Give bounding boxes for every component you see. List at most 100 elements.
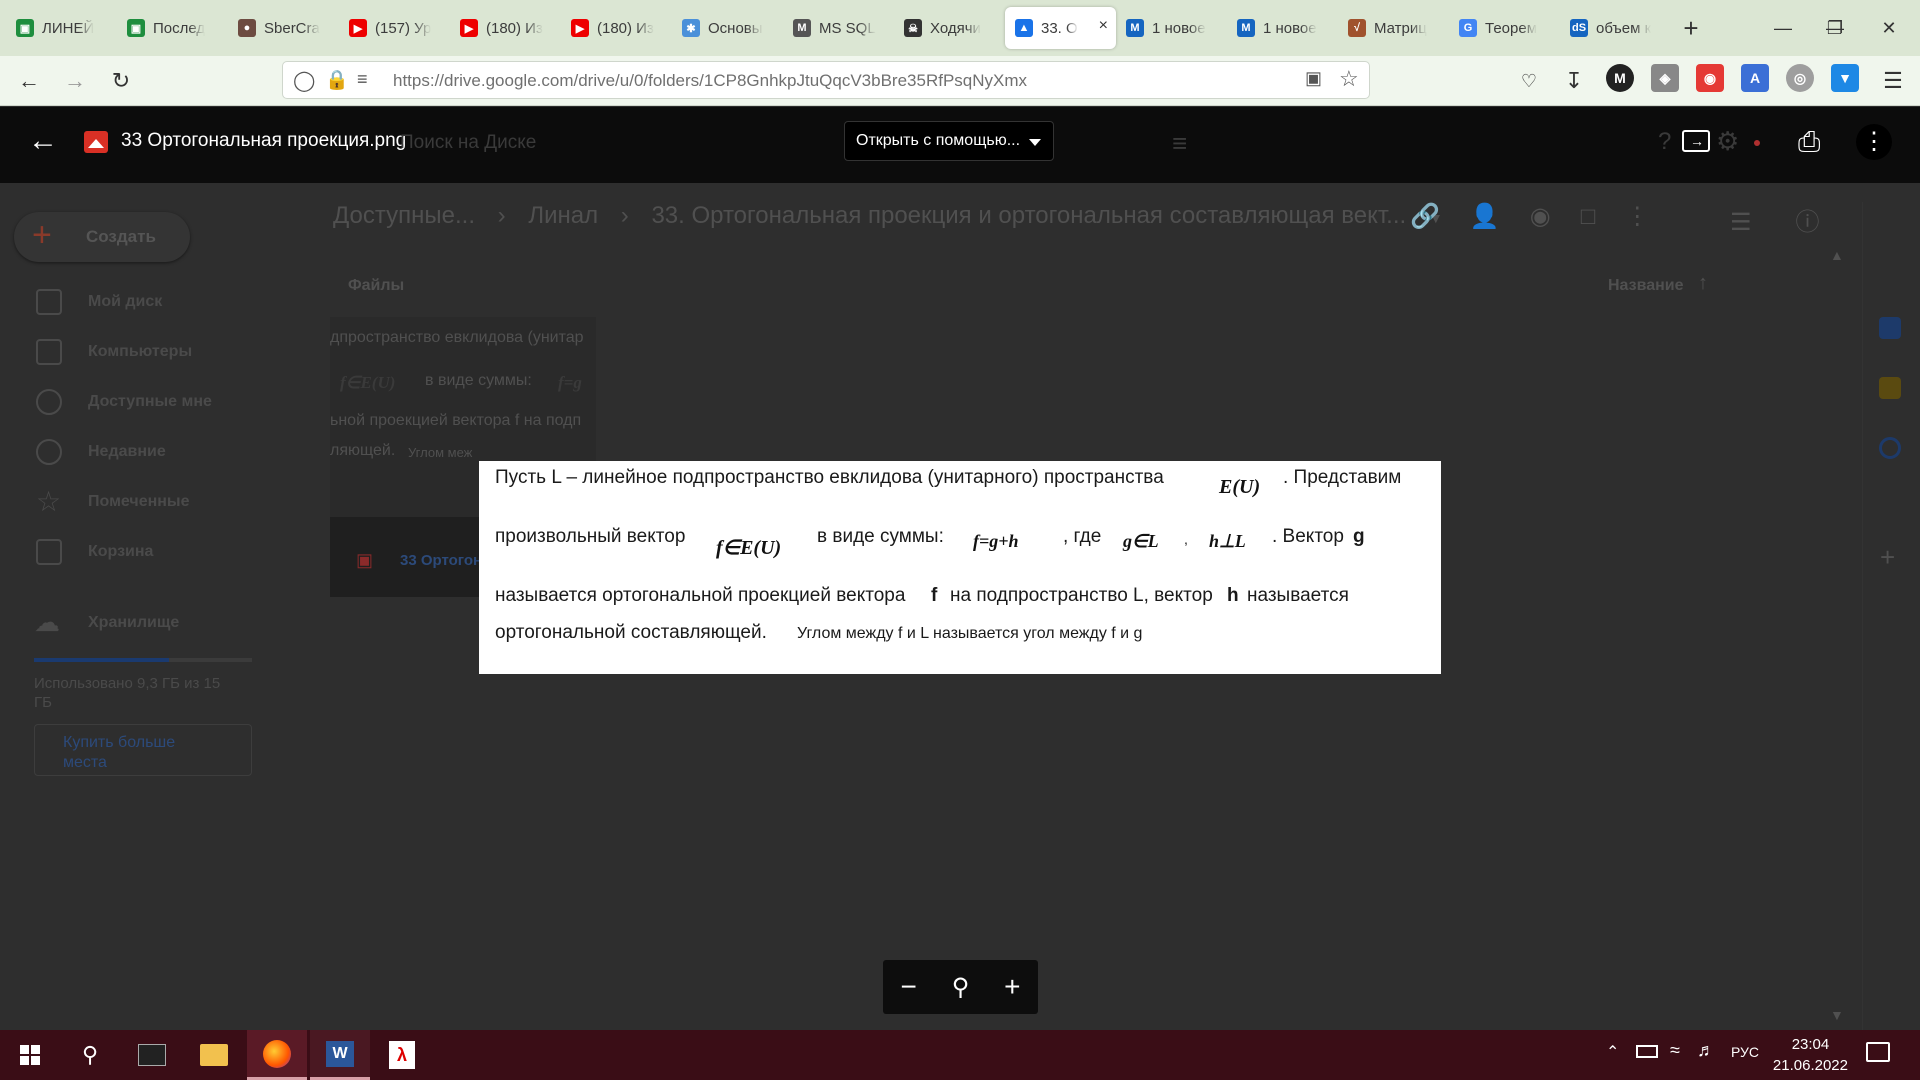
tab-3[interactable]: ▶ (157) Ур <box>339 7 450 49</box>
battery-icon[interactable] <box>1636 1045 1658 1058</box>
breadcrumb-shared[interactable]: Доступные... <box>333 202 475 229</box>
storage-bar <box>34 658 252 662</box>
scroll-up-icon[interactable]: ▲ <box>1830 247 1844 263</box>
tab-label: (180) Из <box>486 19 543 37</box>
tab-9[interactable]: ▲ 33. О × <box>1005 7 1116 49</box>
tab-0[interactable]: ▣ ЛИНЕЙ <box>6 7 117 49</box>
nav-starred[interactable]: Помеченные <box>88 493 189 511</box>
tab-4[interactable]: ▶ (180) Из <box>450 7 561 49</box>
language-indicator[interactable]: РУС <box>1731 1044 1759 1060</box>
nav-trash[interactable]: Корзина <box>88 543 153 561</box>
zoom-out-icon[interactable]: − <box>900 971 916 1003</box>
translate-icon[interactable]: ▣ <box>1305 68 1322 89</box>
zoom-in-icon[interactable]: + <box>1004 971 1020 1003</box>
nav-computers[interactable]: Компьютеры <box>88 343 192 361</box>
firefox-app-icon[interactable] <box>247 1030 307 1080</box>
permissions-icon[interactable]: ≡ <box>357 69 368 90</box>
print-icon[interactable]: ⎙ <box>1798 126 1820 159</box>
tab-8[interactable]: ☠ Ходячи <box>894 7 1005 49</box>
tab-11[interactable]: M 1 новое <box>1227 7 1338 49</box>
downloads-icon[interactable]: ↧ <box>1557 64 1591 98</box>
text-line4: ортогональной составляющей. <box>495 622 767 643</box>
word-app-icon[interactable]: W <box>310 1030 370 1080</box>
tab-2[interactable]: ● SberCra <box>228 7 339 49</box>
extension-m-icon[interactable]: M <box>1606 64 1634 92</box>
clock[interactable]: 23:04 21.06.2022 <box>1773 1034 1848 1076</box>
new-tab-button[interactable]: + <box>1671 8 1711 48</box>
search-icon[interactable]: ⚲ <box>60 1030 120 1080</box>
breadcrumb-folder[interactable]: 33. Ортогональная проекция и ортогональн… <box>651 202 1406 229</box>
terminal-app-icon[interactable] <box>122 1030 182 1080</box>
extension-globe-icon[interactable]: ◎ <box>1786 64 1814 92</box>
tab-5[interactable]: ▶ (180) Из <box>561 7 672 49</box>
pdf-app-icon[interactable]: λ <box>372 1030 432 1080</box>
minimize-button[interactable]: — <box>1760 8 1806 48</box>
text-f-bold: f <box>931 585 938 606</box>
nav-my-drive[interactable]: Мой диск <box>88 293 162 311</box>
back-arrow-icon[interactable]: ← <box>28 124 58 158</box>
extension-vpn-icon[interactable]: ▼ <box>1831 64 1859 92</box>
keep-icon[interactable] <box>1879 377 1901 399</box>
view-info-icons[interactable]: ☰ⓘ <box>1730 202 1864 237</box>
extension-ublock-icon[interactable]: ◉ <box>1696 64 1724 92</box>
back-arrow-icon[interactable]: ← <box>12 64 46 98</box>
zoom-search-icon[interactable]: ⚲ <box>952 973 970 1002</box>
tab-favicon-icon: ▣ <box>16 19 34 37</box>
tab-12[interactable]: √ Матриц <box>1338 7 1449 49</box>
folder-actions[interactable]: 🔗👤◉□⋮ <box>1410 202 1679 231</box>
forward-arrow-icon[interactable]: → <box>58 64 92 98</box>
formula-sum: f=g+h <box>973 531 1019 551</box>
file-title: 33 Ортогональная проекция.png <box>121 130 407 151</box>
reload-icon[interactable]: ↻ <box>104 64 138 98</box>
add-addon-icon[interactable]: + <box>1880 542 1895 573</box>
thumb-text-line3: ьной проекцией вектора f на подп <box>330 412 582 429</box>
restore-button[interactable]: ❐ <box>1812 8 1858 48</box>
files-label: Файлы <box>348 277 405 294</box>
scroll-down-icon[interactable]: ▼ <box>1830 1007 1844 1023</box>
notifications-icon[interactable] <box>1866 1042 1890 1062</box>
tab-10[interactable]: M 1 новое <box>1116 7 1227 49</box>
close-window-button[interactable]: ✕ <box>1866 8 1912 48</box>
tab-favicon-icon: ☠ <box>904 19 922 37</box>
tab-14[interactable]: dS объем к <box>1560 7 1671 49</box>
address-bar[interactable]: ◯ 🔒 ≡ https://drive.google.com/drive/u/0… <box>282 61 1370 99</box>
nav-recent[interactable]: Недавние <box>88 443 166 461</box>
thumb-text-sum: в виде суммы: <box>425 372 532 389</box>
tab-7[interactable]: M MS SQL <box>783 7 894 49</box>
lock-icon[interactable]: 🔒 <box>325 68 349 92</box>
open-with-button[interactable]: Открыть с помощью... <box>844 121 1054 161</box>
wifi-icon[interactable]: ≈ <box>1670 1040 1680 1061</box>
nav-shared[interactable]: Доступные мне <box>88 393 212 411</box>
calendar-icon[interactable] <box>1879 317 1901 339</box>
text-g-bold: g <box>1353 526 1365 547</box>
tab-label: Матриц <box>1374 19 1427 37</box>
storage-label[interactable]: Хранилище <box>88 614 179 632</box>
extension-translate-icon[interactable]: A <box>1741 64 1769 92</box>
create-button[interactable]: + Создать <box>14 212 190 262</box>
tab-favicon-icon: ▶ <box>349 19 367 37</box>
tab-13[interactable]: G Теорем <box>1449 7 1560 49</box>
tab-6[interactable]: ✱ Основы <box>672 7 783 49</box>
pocket-icon[interactable]: ♡ <box>1512 64 1546 98</box>
move-to-folder-icon[interactable]: → <box>1682 130 1710 152</box>
breadcrumb-linal[interactable]: Линал <box>528 202 598 229</box>
menu-icon[interactable]: ☰ <box>1876 64 1910 98</box>
tray-chevron-up-icon[interactable]: ⌃ <box>1606 1042 1619 1062</box>
url-text[interactable]: https://drive.google.com/drive/u/0/folde… <box>393 71 1027 91</box>
tab-1[interactable]: ▣ Послед <box>117 7 228 49</box>
arrow-up-icon[interactable]: ↑ <box>1698 272 1708 295</box>
shield-icon[interactable]: ◯ <box>293 68 315 93</box>
tab-favicon-icon: ● <box>238 19 256 37</box>
close-tab-icon[interactable]: × <box>1099 17 1108 35</box>
more-options-icon[interactable]: ⋮ <box>1856 124 1892 160</box>
file-explorer-icon[interactable] <box>184 1030 244 1080</box>
start-button[interactable] <box>0 1030 60 1080</box>
tasks-icon[interactable] <box>1879 437 1901 459</box>
thumb-formula-1: f∈E(U) <box>340 373 396 392</box>
tab-favicon-icon: √ <box>1348 19 1366 37</box>
buy-storage-button[interactable]: Купить больше места <box>34 724 252 776</box>
extension-shield-icon[interactable]: ◈ <box>1651 64 1679 92</box>
volume-icon[interactable]: ♬ <box>1697 1040 1715 1061</box>
bookmark-star-icon[interactable]: ☆ <box>1339 66 1359 92</box>
sort-label[interactable]: Название <box>1608 277 1684 295</box>
